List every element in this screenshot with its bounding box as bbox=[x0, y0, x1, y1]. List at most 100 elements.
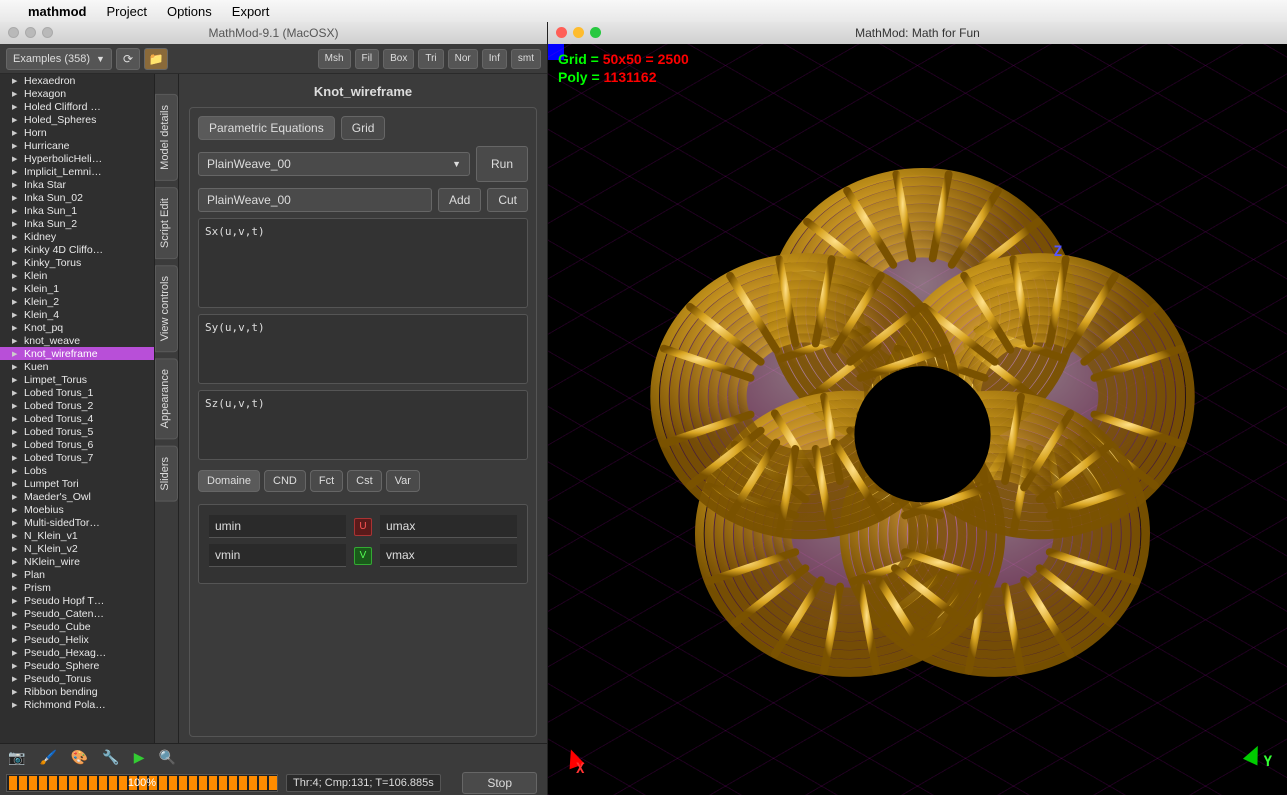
examples-combo[interactable]: Examples (358) ▼ bbox=[6, 48, 112, 70]
vtab-appearance[interactable]: Appearance bbox=[155, 358, 178, 439]
subtab-cst[interactable]: Cst bbox=[347, 470, 382, 492]
tree-item[interactable]: Holed_Spheres bbox=[0, 113, 154, 126]
toggle-fil[interactable]: Fil bbox=[355, 49, 380, 69]
toggle-inf[interactable]: Inf bbox=[482, 49, 507, 69]
tree-item[interactable]: Pseudo_Torus bbox=[0, 672, 154, 685]
minimize-icon[interactable] bbox=[573, 27, 584, 38]
tree-item[interactable]: Maeder's_Owl bbox=[0, 490, 154, 503]
tree-item[interactable]: Knot_pq bbox=[0, 321, 154, 334]
tree-item[interactable]: Horn bbox=[0, 126, 154, 139]
u-badge[interactable]: U bbox=[354, 518, 372, 536]
tree-item[interactable]: Hexagon bbox=[0, 87, 154, 100]
tree-item[interactable]: Kidney bbox=[0, 230, 154, 243]
traffic-lights-right[interactable] bbox=[556, 27, 601, 38]
component-name-input[interactable]: PlainWeave_00 bbox=[198, 188, 432, 212]
fz-input[interactable]: Sz(u,v,t) bbox=[198, 390, 528, 460]
fy-input[interactable]: Sy(u,v,t) bbox=[198, 314, 528, 384]
tree-item[interactable]: Multi-sidedTor… bbox=[0, 516, 154, 529]
tree-item[interactable]: Kinky_Torus bbox=[0, 256, 154, 269]
tree-item[interactable]: Holed Clifford … bbox=[0, 100, 154, 113]
cut-button[interactable]: Cut bbox=[487, 188, 528, 212]
tree-item[interactable]: Implicit_Lemni… bbox=[0, 165, 154, 178]
play-icon[interactable]: ▶ bbox=[134, 749, 145, 766]
vtab-model-details[interactable]: Model details bbox=[155, 94, 178, 181]
3d-viewport[interactable]: Grid = 50x50 = 2500 Poly = 1131162 bbox=[548, 44, 1287, 795]
tree-item[interactable]: Pseudo_Sphere bbox=[0, 659, 154, 672]
vtab-script-edit[interactable]: Script Edit bbox=[155, 187, 178, 259]
menu-project[interactable]: Project bbox=[107, 4, 147, 19]
zoom-icon[interactable] bbox=[590, 27, 601, 38]
close-icon[interactable] bbox=[556, 27, 567, 38]
palette-icon[interactable]: 🎨 bbox=[71, 749, 88, 766]
tree-item[interactable]: Plan bbox=[0, 568, 154, 581]
wrench-icon[interactable]: 🔧 bbox=[102, 749, 119, 766]
brush-icon[interactable]: 🖌️ bbox=[39, 749, 56, 766]
toggle-box[interactable]: Box bbox=[383, 49, 414, 69]
left-titlebar[interactable]: MathMod-9.1 (MacOSX) bbox=[0, 22, 547, 44]
stop-button[interactable]: Stop bbox=[462, 772, 537, 794]
tree-item[interactable]: Lobs bbox=[0, 464, 154, 477]
camera-icon[interactable]: 📷 bbox=[8, 749, 25, 766]
subtab-var[interactable]: Var bbox=[386, 470, 420, 492]
tree-item[interactable]: Lobed Torus_1 bbox=[0, 386, 154, 399]
tab-grid[interactable]: Grid bbox=[341, 116, 386, 140]
tree-item[interactable]: Kuen bbox=[0, 360, 154, 373]
subtab-fct[interactable]: Fct bbox=[310, 470, 343, 492]
tree-item[interactable]: Klein_2 bbox=[0, 295, 154, 308]
toggle-msh[interactable]: Msh bbox=[318, 49, 351, 69]
toggle-nor[interactable]: Nor bbox=[448, 49, 478, 69]
traffic-lights-left[interactable] bbox=[8, 27, 53, 38]
folder-icon[interactable]: 📁 bbox=[144, 48, 168, 70]
tree-item[interactable]: Lumpet Tori bbox=[0, 477, 154, 490]
add-button[interactable]: Add bbox=[438, 188, 481, 212]
right-titlebar[interactable]: MathMod: Math for Fun bbox=[548, 22, 1287, 44]
fx-input[interactable]: Sx(u,v,t) bbox=[198, 218, 528, 308]
tree-item[interactable]: HyperbolicHeli… bbox=[0, 152, 154, 165]
tab-parametric-equations[interactable]: Parametric Equations bbox=[198, 116, 335, 140]
tree-item[interactable]: Klein_4 bbox=[0, 308, 154, 321]
tree-item[interactable]: Klein_1 bbox=[0, 282, 154, 295]
close-icon[interactable] bbox=[8, 27, 19, 38]
examples-tree[interactable]: HexaedronHexagonHoled Clifford …Holed_Sp… bbox=[0, 74, 155, 743]
tree-item[interactable]: Inka Sun_2 bbox=[0, 217, 154, 230]
tree-item[interactable]: Pseudo_Caten… bbox=[0, 607, 154, 620]
minimize-icon[interactable] bbox=[25, 27, 36, 38]
tree-item[interactable]: Inka Sun_02 bbox=[0, 191, 154, 204]
subtab-domaine[interactable]: Domaine bbox=[198, 470, 260, 492]
tree-item[interactable]: Inka Star bbox=[0, 178, 154, 191]
tree-item[interactable]: Pseudo_Helix bbox=[0, 633, 154, 646]
component-select[interactable]: PlainWeave_00 ▼ bbox=[198, 152, 470, 176]
tree-item[interactable]: Limpet_Torus bbox=[0, 373, 154, 386]
tree-item[interactable]: knot_weave bbox=[0, 334, 154, 347]
menu-options[interactable]: Options bbox=[167, 4, 212, 19]
tree-item[interactable]: Knot_wireframe bbox=[0, 347, 154, 360]
tree-item[interactable]: Richmond Pola… bbox=[0, 698, 154, 711]
vmin-input[interactable]: vmin bbox=[209, 544, 346, 567]
search-icon[interactable]: 🔍 bbox=[159, 749, 176, 766]
tree-item[interactable]: Inka Sun_1 bbox=[0, 204, 154, 217]
toggle-tri[interactable]: Tri bbox=[418, 49, 443, 69]
tree-item[interactable]: Lobed Torus_2 bbox=[0, 399, 154, 412]
tree-item[interactable]: Pseudo_Hexag… bbox=[0, 646, 154, 659]
toggle-smt[interactable]: smt bbox=[511, 49, 541, 69]
tree-item[interactable]: Kinky 4D Cliffo… bbox=[0, 243, 154, 256]
tree-item[interactable]: Klein bbox=[0, 269, 154, 282]
v-badge[interactable]: V bbox=[354, 547, 372, 565]
zoom-icon[interactable] bbox=[42, 27, 53, 38]
umin-input[interactable]: umin bbox=[209, 515, 346, 538]
subtab-cnd[interactable]: CND bbox=[264, 470, 306, 492]
tree-item[interactable]: Pseudo Hopf T… bbox=[0, 594, 154, 607]
vtab-view-controls[interactable]: View controls bbox=[155, 265, 178, 352]
tree-item[interactable]: Prism bbox=[0, 581, 154, 594]
tree-item[interactable]: Lobed Torus_5 bbox=[0, 425, 154, 438]
vtab-sliders[interactable]: Sliders bbox=[155, 446, 178, 502]
tree-item[interactable]: Lobed Torus_7 bbox=[0, 451, 154, 464]
umax-input[interactable]: umax bbox=[380, 515, 517, 538]
tree-item[interactable]: N_Klein_v1 bbox=[0, 529, 154, 542]
run-button[interactable]: Run bbox=[476, 146, 528, 182]
refresh-icon[interactable]: ⟳ bbox=[116, 48, 140, 70]
vmax-input[interactable]: vmax bbox=[380, 544, 517, 567]
tree-item[interactable]: Pseudo_Cube bbox=[0, 620, 154, 633]
menu-app[interactable]: mathmod bbox=[28, 4, 87, 19]
menu-export[interactable]: Export bbox=[232, 4, 270, 19]
